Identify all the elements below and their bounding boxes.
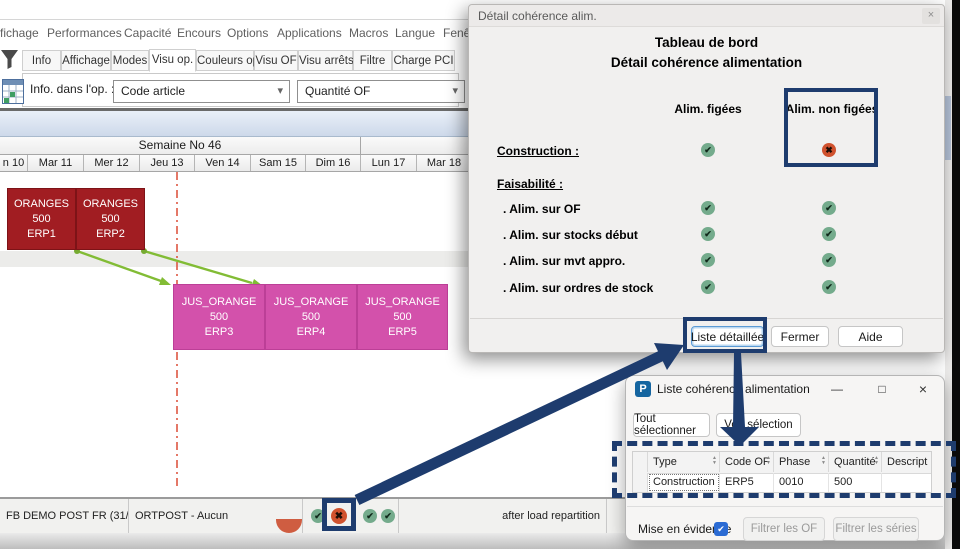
bar-code: ERP1: [27, 227, 56, 240]
fermer-button[interactable]: Fermer: [771, 326, 829, 347]
tout-selectionner-button[interactable]: Tout sélectionner: [633, 413, 710, 437]
link-arrowhead-icon: [159, 277, 171, 285]
cell-descript[interactable]: [882, 473, 932, 492]
sort-arrows-icon[interactable]: [712, 456, 717, 466]
header-quantite[interactable]: Quantité: [829, 452, 882, 472]
header-label: Quantité: [834, 456, 876, 468]
gantt-bar-oranges-erp1[interactable]: ORANGES 500 ERP1: [7, 188, 76, 250]
row-selector-cell[interactable]: [633, 473, 648, 492]
screen: fichage Performances Capacité Encours Op…: [0, 0, 960, 549]
app-p-icon: P: [635, 381, 651, 397]
main-scrollbar-thumb[interactable]: [945, 96, 951, 160]
maximize-icon[interactable]: □: [871, 380, 893, 398]
header-phase[interactable]: Phase: [774, 452, 829, 472]
bar-qty: 500: [301, 310, 321, 323]
dialog-footer-separator: [470, 318, 943, 319]
voir-selection-button[interactable]: Voir sélection: [716, 413, 801, 437]
bar-article: JUS_ORANGE: [273, 295, 349, 308]
column-header-alim-non-figees: Alim. non figées: [785, 102, 879, 116]
table-header-row: Type Code OF Phase Quantité Descript: [633, 452, 931, 474]
row-label-alim-sur-of: . Alim. sur OF: [503, 202, 581, 216]
dialog-title-bar[interactable]: Détail cohérence alim.: [469, 5, 944, 27]
dialog-detail-coherence: Détail cohérence alim. × Tableau de bord…: [468, 4, 945, 353]
header-label: Descript: [887, 456, 928, 468]
mise-en-evidence-checkbox[interactable]: [714, 522, 728, 536]
tab-visu-op[interactable]: Visu op.: [149, 49, 196, 72]
bar-article: JUS_ORANGE: [365, 295, 440, 308]
table-row[interactable]: Construction ERP5 0010 500: [633, 473, 931, 493]
row-label-construction: Construction :: [497, 144, 579, 158]
close-icon[interactable]: ×: [912, 380, 934, 398]
screen-right-edge: [952, 0, 960, 549]
row-label-faisabilite: Faisabilité :: [497, 177, 564, 191]
header-descript[interactable]: Descript: [882, 452, 932, 472]
link-arrow-erp2-erp4: [143, 249, 253, 285]
row-label-alim-stocks-debut: . Alim. sur stocks début: [503, 228, 638, 242]
main-scrollbar-track: [945, 0, 952, 549]
dashboard-subtitle: Détail cohérence alimentation: [610, 55, 803, 70]
check-icon: [701, 280, 715, 294]
coherence-table: Type Code OF Phase Quantité Descript Con…: [632, 451, 932, 493]
row-selector-header: [633, 452, 648, 472]
cell-quantite[interactable]: 500: [829, 473, 882, 492]
dashboard-title: Tableau de bord: [654, 35, 759, 50]
check-icon: [701, 227, 715, 241]
minimize-icon[interactable]: —: [826, 380, 848, 398]
bar-code: ERP3: [204, 325, 234, 338]
bar-code: ERP5: [388, 325, 417, 338]
close-icon[interactable]: ×: [922, 8, 940, 24]
cell-phase[interactable]: 0010: [774, 473, 829, 492]
bar-qty: 500: [101, 212, 120, 225]
gantt-bar-oranges-erp2[interactable]: ORANGES 500 ERP2: [76, 188, 145, 250]
check-icon: [822, 253, 836, 267]
bar-article: ORANGES: [82, 197, 138, 210]
check-icon: [822, 280, 836, 294]
header-type[interactable]: Type: [648, 452, 720, 472]
bar-qty: 500: [393, 310, 412, 323]
row-label-alim-ordres-stock: . Alim. sur ordres de stock: [503, 281, 654, 295]
sort-arrows-icon[interactable]: [766, 456, 771, 466]
header-label: Phase: [779, 456, 811, 468]
filtrer-les-of-button[interactable]: Filtrer les OF: [743, 517, 825, 541]
check-icon: [701, 201, 715, 215]
bar-code: ERP2: [96, 227, 125, 240]
cell-type[interactable]: Construction: [648, 473, 720, 492]
gantt-bar-jus-orange-erp3[interactable]: JUS_ORANGE 500 ERP3: [173, 284, 265, 350]
check-icon: [701, 253, 715, 267]
link-arrow-erp1-erp3: [76, 249, 162, 283]
window-liste-coherence: P Liste cohérence alimentation — □ × Tou…: [625, 375, 945, 541]
bar-code: ERP4: [296, 325, 326, 338]
sort-arrows-icon[interactable]: [821, 456, 826, 466]
bar-article: ORANGES: [13, 197, 69, 210]
cross-icon: [822, 143, 836, 157]
bar-qty: 500: [32, 212, 51, 225]
bar-qty: 500: [209, 310, 229, 323]
check-icon: [822, 227, 836, 241]
window-title-bar[interactable]: P Liste cohérence alimentation — □ ×: [626, 376, 944, 402]
gantt-bar-jus-orange-erp5[interactable]: JUS_ORANGE 500 ERP5: [357, 284, 448, 350]
sort-arrows-icon[interactable]: [874, 456, 879, 466]
gantt-bar-jus-orange-erp4[interactable]: JUS_ORANGE 500 ERP4: [265, 284, 357, 350]
aide-button[interactable]: Aide: [838, 326, 903, 347]
column-header-alim-figees: Alim. figées: [674, 102, 742, 116]
bar-article: JUS_ORANGE: [181, 295, 257, 308]
cell-code-of[interactable]: ERP5: [720, 473, 774, 492]
footer-separator: [627, 506, 943, 507]
header-label: Type: [653, 456, 677, 468]
filtrer-les-series-button[interactable]: Filtrer les séries: [833, 517, 919, 541]
liste-detaillee-button[interactable]: Liste détaillée: [691, 326, 764, 347]
header-code-of[interactable]: Code OF: [720, 452, 774, 472]
header-label: Code OF: [725, 456, 770, 468]
check-icon: [822, 201, 836, 215]
check-icon: [701, 143, 715, 157]
window-title: Liste cohérence alimentation: [657, 382, 810, 396]
row-label-alim-mvt-appro: . Alim. sur mvt appro.: [503, 254, 626, 268]
